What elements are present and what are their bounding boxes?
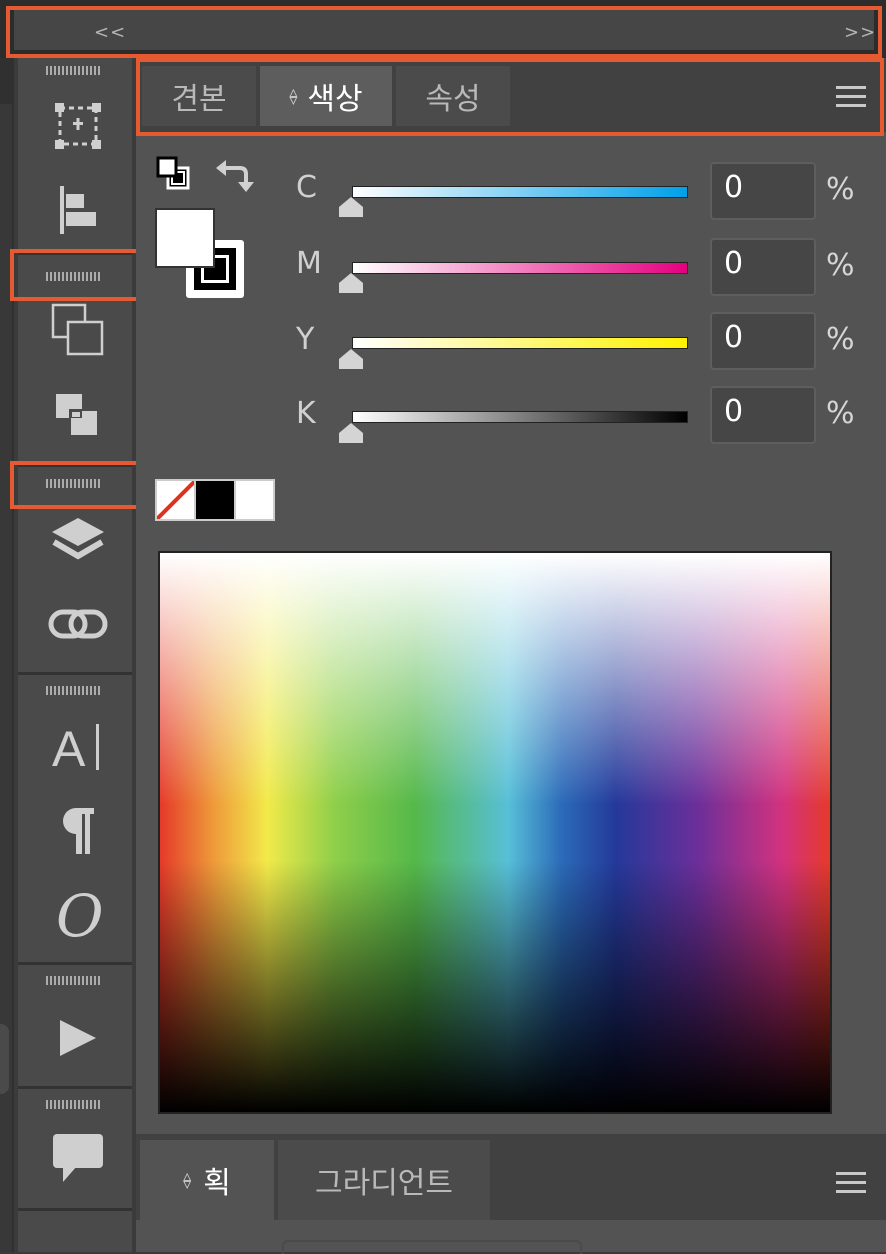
tab-gradient[interactable]: 그라디언트	[278, 1140, 490, 1220]
black-value-input[interactable]: 0	[710, 386, 816, 444]
magenta-value-input[interactable]: 0	[710, 238, 816, 296]
svg-text:O: O	[56, 886, 102, 942]
cyan-value-input[interactable]: 0	[710, 162, 816, 220]
group-separator	[18, 1208, 132, 1211]
none-swatch[interactable]	[157, 481, 195, 519]
yellow-value-input[interactable]: 0	[710, 312, 816, 370]
cyan-slider-thumb[interactable]	[338, 196, 364, 218]
yellow-slider-thumb[interactable]	[338, 348, 364, 370]
black-unit: %	[826, 396, 855, 431]
group-separator	[18, 962, 132, 965]
highlight-grip-2	[10, 461, 140, 509]
yellow-unit: %	[826, 322, 855, 357]
cyan-slider-track[interactable]	[352, 186, 688, 198]
comment-icon[interactable]	[44, 1128, 112, 1188]
tab-gradient-label: 그라디언트	[315, 1166, 453, 1201]
panel-menu-icon[interactable]	[836, 1172, 866, 1194]
swap-fill-stroke-icon[interactable]	[214, 154, 254, 198]
group-separator	[18, 672, 132, 675]
yellow-slider-track[interactable]	[352, 337, 688, 349]
black-swatch[interactable]	[194, 481, 236, 519]
highlight-grip-1	[10, 249, 140, 301]
group-separator	[18, 1086, 132, 1089]
channel-c-label: C	[296, 170, 317, 205]
scroll-handle[interactable]	[0, 1024, 9, 1094]
paragraph-icon[interactable]	[44, 800, 112, 860]
tab-stroke-label: 획	[203, 1166, 231, 1201]
group-grip[interactable]	[46, 1100, 102, 1109]
white-swatch[interactable]	[235, 481, 273, 519]
channel-y-label: Y	[296, 322, 315, 357]
play-icon[interactable]	[44, 1008, 112, 1068]
black-slider-thumb[interactable]	[338, 422, 364, 444]
magenta-unit: %	[826, 248, 855, 283]
channel-k-label: K	[296, 396, 316, 431]
magenta-slider-track[interactable]	[352, 262, 688, 274]
tab-stroke[interactable]: ▵ ▿ 획	[140, 1140, 274, 1220]
opentype-icon[interactable]: O	[44, 884, 112, 944]
layers-icon[interactable]	[44, 512, 112, 572]
pathfinder-icon[interactable]	[44, 300, 112, 360]
color-spectrum[interactable]	[158, 551, 832, 1114]
magenta-slider-thumb[interactable]	[338, 272, 364, 294]
fill-swatch[interactable]	[155, 208, 215, 268]
group-grip[interactable]	[46, 976, 102, 985]
channel-m-label: M	[296, 246, 322, 281]
highlight-tabbar	[136, 58, 884, 136]
group-grip[interactable]	[46, 686, 102, 695]
arrange-icon[interactable]	[44, 386, 112, 446]
quick-swatch-row	[155, 479, 275, 521]
align-icon[interactable]	[44, 180, 112, 240]
group-grip[interactable]	[46, 66, 102, 75]
highlight-collapse-bar	[6, 6, 882, 58]
cyan-unit: %	[826, 172, 855, 207]
default-fill-stroke-icon[interactable]	[156, 156, 192, 196]
svg-text:A: A	[52, 721, 86, 772]
links-icon[interactable]	[44, 594, 112, 654]
transform-icon[interactable]	[44, 96, 112, 156]
updown-icon[interactable]: ▵ ▿	[183, 1168, 191, 1192]
character-icon[interactable]: A	[44, 716, 112, 776]
black-slider-track[interactable]	[352, 411, 688, 423]
